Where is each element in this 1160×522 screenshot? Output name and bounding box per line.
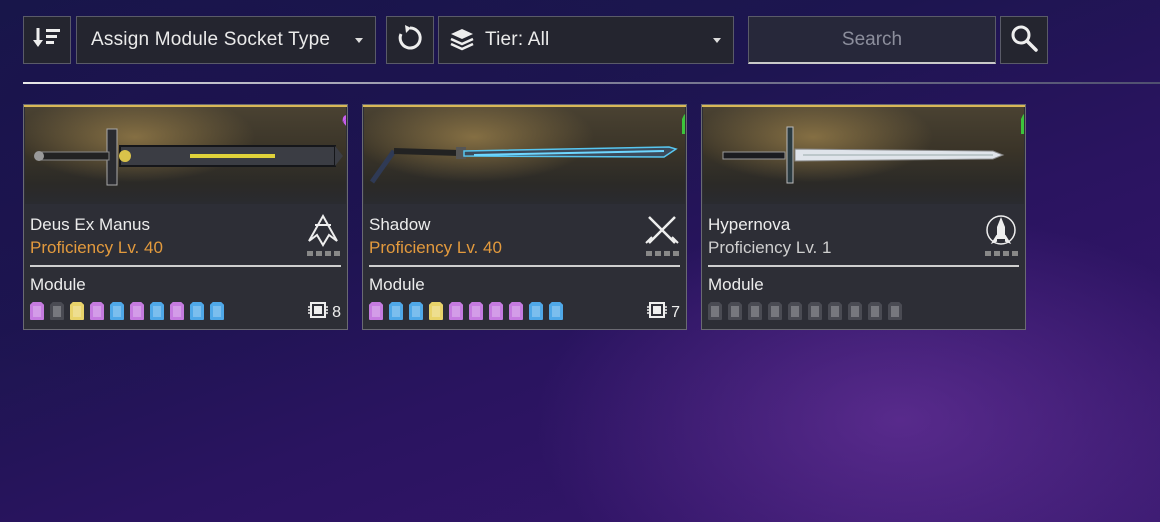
card-separator [708, 265, 1019, 267]
module-socket [748, 302, 762, 320]
module-socket [90, 302, 104, 320]
card-separator [369, 265, 680, 267]
module-socket [170, 302, 184, 320]
module-socket [50, 302, 64, 320]
chip-icon [307, 301, 329, 324]
module-socket [728, 302, 742, 320]
module-socket [509, 302, 523, 320]
module-socket [848, 302, 862, 320]
toolbar-divider [23, 82, 1160, 84]
crossed-swords-emblem-icon [644, 213, 680, 259]
module-socket [868, 302, 882, 320]
weapon-proficiency: Proficiency Lv. 1 [708, 238, 832, 257]
module-socket [888, 302, 902, 320]
module-label: Module [369, 275, 425, 294]
weapon-card[interactable]: Deus Ex Manus Proficiency Lv. 40 Module [23, 104, 348, 330]
module-label: Module [708, 275, 764, 294]
capacity-value: 8 [332, 303, 341, 321]
card-separator [30, 265, 341, 267]
chip-icon [646, 301, 668, 324]
socket-type-dropdown[interactable]: Assign Module Socket Type [76, 16, 376, 64]
weapon-class-emblem-icon [305, 213, 341, 259]
weapon-card[interactable]: Shadow Proficiency Lv. 40 Module 7 [362, 104, 687, 330]
search-placeholder: Search [841, 28, 903, 50]
weapon-proficiency: Proficiency Lv. 40 [30, 238, 163, 257]
module-socket [389, 302, 403, 320]
search-button[interactable] [1000, 16, 1048, 64]
rocket-emblem-icon [983, 213, 1019, 259]
module-socket [808, 302, 822, 320]
weapon-image [25, 107, 346, 204]
module-socket [489, 302, 503, 320]
module-socket [30, 302, 44, 320]
module-socket [429, 302, 443, 320]
module-socket [469, 302, 483, 320]
module-socket [369, 302, 383, 320]
weapon-card[interactable]: Hypernova Proficiency Lv. 1 Module [701, 104, 1026, 330]
sort-button[interactable] [23, 16, 71, 64]
module-socket [70, 302, 84, 320]
module-socket [768, 302, 782, 320]
search-icon [1010, 24, 1038, 57]
module-socket [130, 302, 144, 320]
tier-dropdown-label: Tier: All [485, 29, 550, 50]
module-socket [529, 302, 543, 320]
module-socket [210, 302, 224, 320]
module-socket [190, 302, 204, 320]
weapon-name: Hypernova [708, 215, 791, 234]
weapon-name: Deus Ex Manus [30, 215, 150, 234]
module-socket [110, 302, 124, 320]
search-input[interactable]: Search [748, 16, 996, 64]
socket-type-dropdown-label: Assign Module Socket Type [91, 29, 331, 50]
module-socket [788, 302, 802, 320]
weapon-name: Shadow [369, 215, 431, 234]
weapon-image [703, 107, 1024, 204]
module-sockets [369, 302, 563, 320]
refresh-button[interactable] [386, 16, 434, 64]
module-socket [549, 302, 563, 320]
module-socket [449, 302, 463, 320]
module-socket [150, 302, 164, 320]
chevron-down-icon [355, 38, 363, 43]
tier-dropdown[interactable]: Tier: All [438, 16, 734, 64]
chevron-down-icon [713, 38, 721, 43]
module-socket [828, 302, 842, 320]
capacity-value: 7 [671, 303, 680, 321]
module-sockets [30, 302, 224, 320]
weapon-image [364, 107, 685, 204]
module-capacity: 7 [646, 301, 680, 324]
sort-descending-icon [33, 26, 61, 55]
module-socket [708, 302, 722, 320]
module-sockets [708, 302, 902, 320]
layers-icon [449, 27, 475, 53]
module-capacity: 8 [307, 301, 341, 324]
module-label: Module [30, 275, 86, 294]
refresh-icon [396, 24, 424, 57]
weapon-proficiency: Proficiency Lv. 40 [369, 238, 502, 257]
module-socket [409, 302, 423, 320]
